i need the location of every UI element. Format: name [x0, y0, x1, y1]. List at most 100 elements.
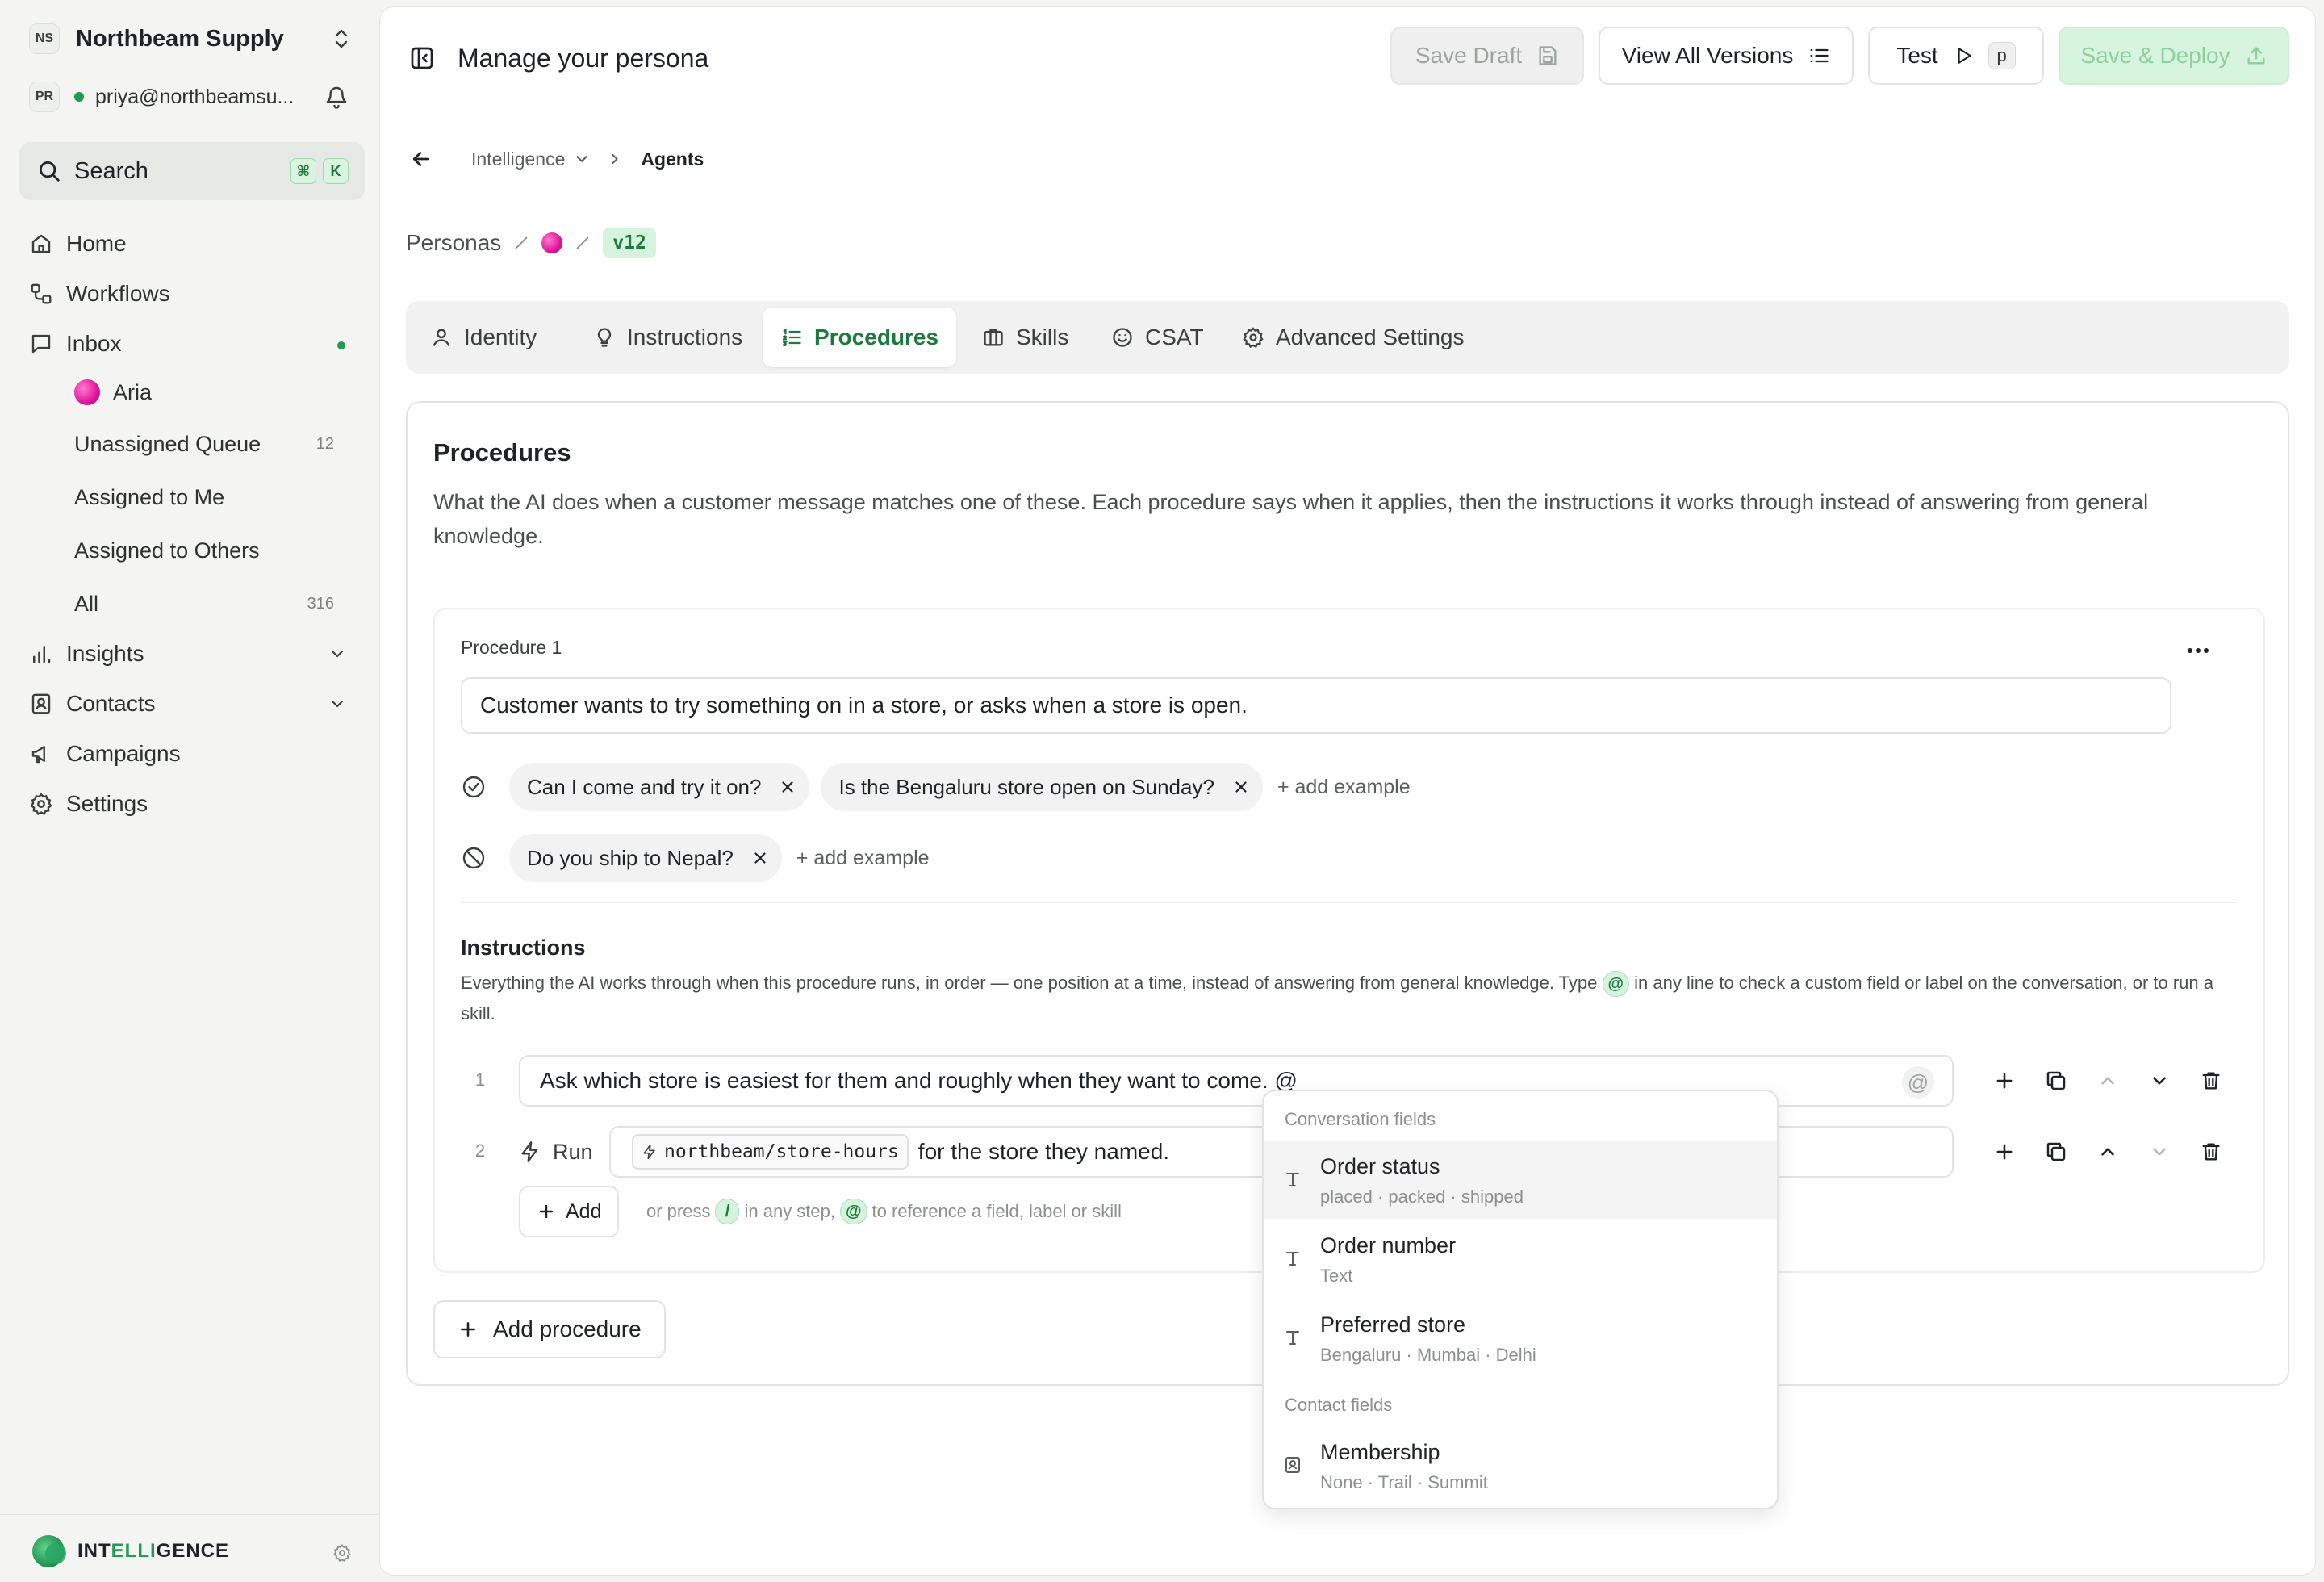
bar-chart-icon: [29, 642, 53, 666]
breadcrumb: Intelligence Agents: [409, 141, 704, 177]
tab-label: Procedures: [814, 324, 939, 349]
nav-inbox[interactable]: Inbox: [29, 321, 360, 366]
option-name: Order status: [1320, 1154, 1440, 1178]
inbox-item-label: Aria: [113, 379, 153, 404]
list-icon: [1808, 44, 1830, 67]
breadcrumb-parent[interactable]: Intelligence: [471, 149, 565, 170]
chevron-right-icon: [607, 151, 623, 167]
chevron-down-icon[interactable]: [328, 694, 347, 714]
inbox-item-assigned-to-others[interactable]: Assigned to Others: [74, 528, 349, 573]
view-all-versions-button[interactable]: View All Versions: [1599, 27, 1854, 85]
add-step-button[interactable]: Add: [519, 1186, 620, 1237]
save-draft-button[interactable]: Save Draft: [1390, 27, 1584, 85]
mention-option[interactable]: Order number Text: [1264, 1220, 1777, 1298]
example-chip[interactable]: Can I come and try it on?: [509, 763, 810, 811]
check-circle-icon: [461, 774, 498, 800]
mention-option[interactable]: Order status placed · packed · shipped: [1264, 1141, 1777, 1219]
tab-csat[interactable]: CSAT: [1093, 308, 1222, 367]
plus-icon[interactable]: [1992, 1140, 2017, 1163]
ban-icon: [461, 845, 498, 871]
more-options-icon[interactable]: [2186, 647, 2210, 655]
chevron-down-icon[interactable]: [573, 150, 591, 168]
bell-icon[interactable]: [324, 84, 349, 110]
mention-dropdown: Conversation fields Order status placed …: [1262, 1090, 1779, 1509]
add-procedure-button[interactable]: Add procedure: [433, 1300, 666, 1358]
workspace-avatar: NS: [29, 23, 60, 54]
skill-chip[interactable]: northbeam/store-hours: [632, 1134, 909, 1170]
chevron-up-icon[interactable]: [2096, 1141, 2120, 1162]
save-deploy-button[interactable]: Save & Deploy: [2059, 27, 2289, 85]
chevron-down-icon[interactable]: [2147, 1141, 2171, 1162]
back-arrow-icon[interactable]: [409, 147, 433, 171]
example-chip[interactable]: Is the Bengaluru store open on Sunday?: [821, 763, 1263, 811]
example-text: Is the Bengaluru store open on Sunday?: [838, 774, 1214, 799]
option-values: Bengaluru · Mumbai · Delhi: [1320, 1345, 1536, 1365]
tab-advanced-settings[interactable]: Advanced Settings: [1224, 308, 1482, 367]
inbox-item-assigned-to-me[interactable]: Assigned to Me: [74, 475, 349, 520]
gear-icon[interactable]: [332, 1543, 352, 1563]
duplicate-icon[interactable]: [2044, 1069, 2068, 1093]
smiley-icon: [1111, 326, 1134, 349]
inbox-item-unassigned[interactable]: Unassigned Queue 12: [74, 421, 349, 467]
chevron-down-icon[interactable]: [328, 644, 347, 663]
search-button[interactable]: Search ⌘ K: [19, 142, 365, 200]
sidebar: NS Northbeam Supply PR priya@northbeamsu…: [0, 0, 378, 1582]
nav-workflows[interactable]: Workflows: [29, 271, 360, 316]
trash-icon[interactable]: [2199, 1140, 2223, 1163]
duplicate-icon[interactable]: [2044, 1140, 2068, 1164]
tab-identity[interactable]: Identity: [412, 308, 554, 367]
chevron-down-icon[interactable]: [2147, 1070, 2171, 1091]
nav-contacts[interactable]: Contacts: [29, 681, 360, 726]
workspace-switcher[interactable]: NS Northbeam Supply: [29, 19, 352, 58]
step-hint: or press / in any step, @ to reference a…: [646, 1199, 1122, 1224]
close-icon[interactable]: [1232, 778, 1250, 796]
nav-home[interactable]: Home: [29, 221, 360, 266]
mention-option[interactable]: Membership None · Trail · Summit: [1264, 1427, 1777, 1505]
sidebar-toggle-icon[interactable]: [409, 45, 435, 71]
option-values: None · Trail · Summit: [1320, 1472, 1488, 1492]
example-text: Can I come and try it on?: [527, 774, 762, 799]
mention-option[interactable]: Preferred store Bengaluru · Mumbai · Del…: [1264, 1300, 1777, 1377]
inbox-item-count: 12: [316, 434, 334, 453]
inbox-item-all[interactable]: All 316: [74, 581, 349, 626]
close-icon[interactable]: [751, 849, 769, 867]
trash-icon[interactable]: [2199, 1069, 2223, 1092]
add-positive-example-link[interactable]: + add example: [1277, 776, 1411, 799]
play-icon: [1953, 45, 1974, 66]
add-step-label: Add: [566, 1199, 602, 1223]
page-header: Manage your persona: [409, 33, 708, 83]
test-button[interactable]: Test p: [1868, 27, 2044, 85]
close-icon[interactable]: [779, 778, 796, 796]
tab-procedures[interactable]: Procedures: [763, 308, 957, 367]
tab-skills[interactable]: Skills: [964, 308, 1086, 367]
plus-icon[interactable]: [1992, 1069, 2017, 1092]
contact-card-icon: [29, 692, 53, 716]
procedure-trigger-input[interactable]: Customer wants to try something on in a …: [461, 677, 2171, 734]
nav-campaigns[interactable]: Campaigns: [29, 731, 360, 776]
gear-icon: [1242, 326, 1264, 349]
user-profile[interactable]: PR priya@northbeamsu...: [29, 79, 352, 115]
nav-insights[interactable]: Insights: [29, 631, 360, 676]
group-label: Contact fields: [1285, 1395, 1393, 1415]
inbox-item-aria[interactable]: Aria: [74, 370, 349, 415]
search-shortcut: ⌘ K: [290, 158, 349, 184]
example-chip[interactable]: Do you ship to Nepal?: [509, 834, 782, 882]
option-name: Order number: [1320, 1233, 1457, 1258]
option-values: placed · packed · shipped: [1320, 1186, 1524, 1207]
nav-settings[interactable]: Settings: [29, 781, 360, 827]
add-procedure-label: Add procedure: [493, 1316, 642, 1341]
shortcut-key-k: K: [323, 158, 349, 184]
persona-tabs: Identity Instructions Procedures Skills …: [406, 301, 2289, 374]
persona-path-root[interactable]: Personas: [406, 230, 501, 256]
tab-instructions[interactable]: Instructions: [575, 308, 760, 367]
add-negative-example-link[interactable]: + add example: [796, 847, 930, 870]
inbox-item-count: 316: [307, 594, 334, 613]
test-label: Test: [1896, 43, 1938, 68]
chevron-up-icon[interactable]: [2096, 1070, 2120, 1091]
plus-icon: [537, 1202, 556, 1221]
step-actions: [1992, 1126, 2223, 1178]
inbox-item-label: Assigned to Others: [74, 538, 260, 563]
test-shortcut-key: p: [1988, 42, 2016, 69]
nav-workflows-label: Workflows: [66, 281, 170, 306]
at-mention-icon[interactable]: @: [1902, 1066, 1934, 1099]
